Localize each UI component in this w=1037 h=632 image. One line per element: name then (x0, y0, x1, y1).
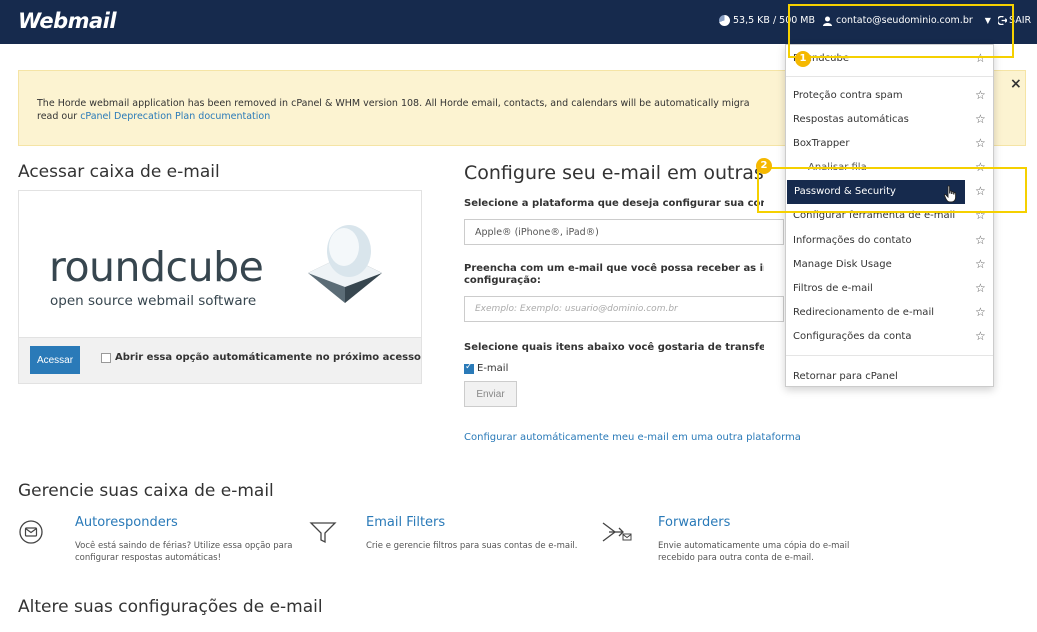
autoresponders-link[interactable]: Autoresponders (75, 515, 178, 530)
hand-cursor-icon (944, 185, 957, 203)
menu-item-label: Respostas automáticas (793, 114, 909, 125)
star-icon[interactable]: ☆ (975, 305, 986, 319)
menu-item-label: Retornar para cPanel (793, 371, 898, 382)
instruction-email-input[interactable]: Exemplo: Exemplo: usuario@dominio.com.br (464, 296, 784, 322)
star-icon[interactable]: ☆ (975, 160, 986, 174)
star-icon[interactable]: ☆ (975, 208, 986, 222)
disk-quota: 53,5 KB / 500 MB (719, 15, 815, 26)
roundcube-cube-icon (308, 225, 382, 303)
access-button[interactable]: Acessar (30, 346, 80, 374)
email-label-line1: Preencha com um e-mail que você possa re… (464, 263, 764, 274)
menu-item-boxtrapper[interactable]: BoxTrapper ☆ (786, 132, 993, 156)
email-filters-desc: Crie e gerencie filtros para suas contas… (366, 541, 578, 551)
star-icon[interactable]: ☆ (975, 184, 986, 198)
email-transfer-label: E-mail (477, 363, 509, 374)
pie-chart-icon (719, 15, 730, 26)
menu-item-label: Password & Security (794, 186, 896, 197)
menu-item-label: Informações do contato (793, 235, 912, 246)
top-navbar: Webmail 53,5 KB / 500 MB contato@seudomi… (0, 0, 1037, 44)
roundcube-logo-text: roundcube (49, 243, 264, 291)
menu-item-contact-info[interactable]: Informações do contato ☆ (786, 229, 993, 253)
email-filters-link[interactable]: Email Filters (366, 515, 445, 530)
star-icon[interactable]: ☆ (975, 136, 986, 150)
email-label-line2: configuração: (464, 275, 541, 286)
menu-item-email-filters[interactable]: Filtros de e-mail ☆ (786, 277, 993, 301)
menu-item-label: Filtros de e-mail (793, 283, 873, 294)
auto-open-option[interactable]: Abrir essa opção automáticamente no próx… (101, 352, 421, 363)
roundcube-tagline: open source webmail software (50, 293, 257, 309)
menu-item-label: Redirecionamento de e-mail (793, 307, 934, 318)
user-icon (823, 16, 832, 26)
auto-open-checkbox[interactable] (101, 352, 111, 363)
menu-item-roundcube[interactable]: Roundcube ☆ (786, 47, 993, 71)
menu-item-return-cpanel[interactable]: Retornar para cPanel (786, 365, 993, 389)
email-transfer-option[interactable]: E-mail (464, 362, 509, 374)
user-email: contato@seudominio.com.br (836, 15, 973, 26)
notice-prefix: read our (37, 111, 78, 122)
menu-item-review-queue[interactable]: Analisar fila ☆ (786, 156, 993, 180)
autoresponders-desc: Você está saindo de férias? Utilize essa… (75, 541, 293, 563)
menu-item-account-settings[interactable]: Configurações da conta ☆ (786, 325, 993, 349)
caret-down-icon: ▼ (984, 16, 991, 25)
quota-text: 53,5 KB / 500 MB (733, 15, 816, 26)
star-icon[interactable]: ☆ (975, 329, 986, 343)
step-badge-2: 2 (756, 158, 772, 174)
forwarders-desc: Envie automaticamente uma cópia do e-mai… (658, 541, 850, 563)
platform-label: Selecione a plataforma que deseja config… (464, 198, 764, 209)
filter-icon (309, 522, 337, 544)
menu-item-disk-usage[interactable]: Manage Disk Usage ☆ (786, 253, 993, 277)
webmail-logo[interactable]: Webmail (18, 9, 117, 33)
access-footer: Acessar Abrir essa opção automáticamente… (18, 338, 422, 384)
star-icon[interactable]: ☆ (975, 112, 986, 126)
menu-divider (786, 76, 993, 77)
menu-item-label: Proteção contra spam (793, 90, 903, 101)
notice-text: The Horde webmail application has been r… (37, 97, 782, 123)
email-settings-title: Altere suas configurações de e-mail (18, 597, 323, 617)
star-icon[interactable]: ☆ (975, 281, 986, 295)
logout-icon (998, 16, 1007, 25)
user-dropdown-menu: Roundcube ☆ Proteção contra spam ☆ Respo… (785, 44, 994, 387)
manage-mailbox-title: Gerencie suas caixa de e-mail (18, 481, 274, 501)
star-icon[interactable]: ☆ (975, 51, 986, 65)
menu-divider (786, 355, 993, 356)
menu-item-label: Analisar fila (808, 162, 867, 173)
star-icon[interactable]: ☆ (975, 257, 986, 271)
forwarder-icon (602, 522, 632, 542)
menu-item-spam-protection[interactable]: Proteção contra spam ☆ (786, 84, 993, 108)
menu-item-label: Manage Disk Usage (793, 259, 892, 270)
platform-select[interactable]: Apple® (iPhone®, iPad®) (464, 219, 784, 245)
close-notice-button[interactable]: × (1010, 76, 1022, 92)
notice-message: The Horde webmail application has been r… (37, 98, 750, 109)
menu-item-forwarders[interactable]: Redirecionamento de e-mail ☆ (786, 301, 993, 325)
email-transfer-checkbox[interactable] (464, 362, 474, 374)
user-account-menu[interactable]: contato@seudominio.com.br ▼ (823, 15, 991, 26)
roundcube-panel[interactable]: roundcube open source webmail software (18, 190, 422, 338)
access-mailbox-title: Acessar caixa de e-mail (18, 162, 220, 182)
deprecation-plan-link[interactable]: cPanel Deprecation Plan documentation (80, 111, 270, 122)
menu-item-label: Configurar ferramenta de e-mail (793, 210, 956, 221)
auto-configure-link[interactable]: Configurar automáticamente meu e-mail em… (464, 432, 801, 443)
send-button[interactable]: Enviar (464, 381, 517, 407)
menu-item-autoresponders[interactable]: Respostas automáticas ☆ (786, 108, 993, 132)
autoresponder-icon (19, 520, 43, 544)
star-icon[interactable]: ☆ (975, 233, 986, 247)
instruction-email-label: Preencha com um e-mail que você possa re… (464, 263, 764, 287)
transfer-items-label: Selecione quais itens abaixo você gostar… (464, 342, 764, 353)
step-badge-1: 1 (795, 51, 811, 67)
logout-label: SAIR (1009, 15, 1032, 26)
menu-item-label: BoxTrapper (793, 138, 850, 149)
forwarders-link[interactable]: Forwarders (658, 515, 730, 530)
menu-item-password-security[interactable]: Password & Security (787, 180, 965, 204)
menu-item-label: Configurações da conta (793, 331, 912, 342)
auto-open-label: Abrir essa opção automáticamente no próx… (115, 352, 421, 363)
menu-item-configure-client[interactable]: Configurar ferramenta de e-mail ☆ (786, 204, 993, 228)
configure-email-title: Configure seu e-mail em outras p (464, 162, 764, 184)
star-icon[interactable]: ☆ (975, 88, 986, 102)
logout-button[interactable]: SAIR (998, 15, 1031, 26)
